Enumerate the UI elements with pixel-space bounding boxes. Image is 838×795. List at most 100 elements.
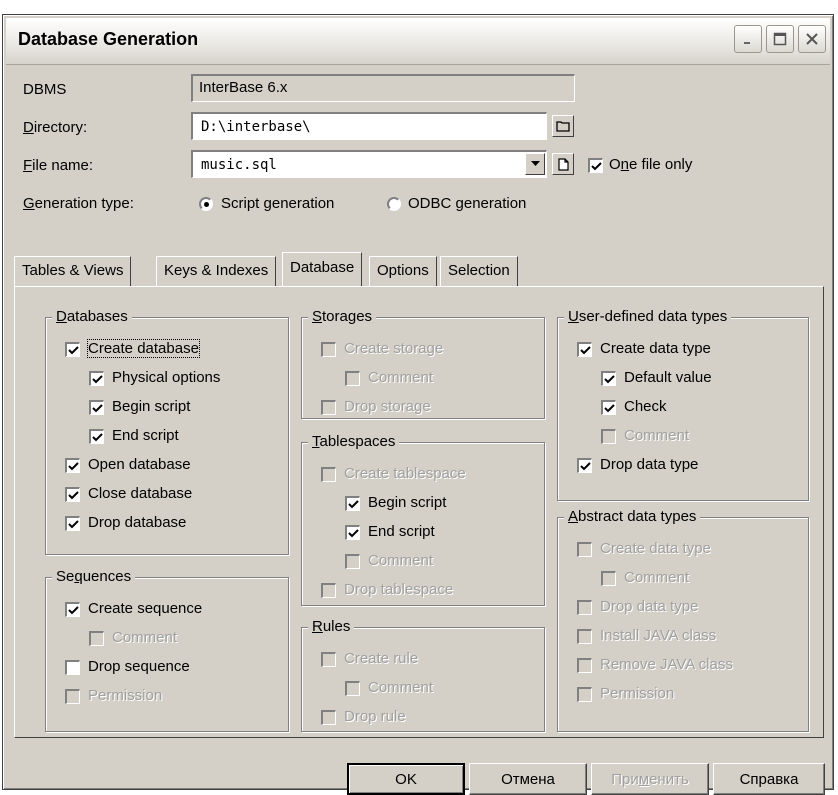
window-title: Database Generation [18, 29, 199, 49]
db-begin-script-checkbox[interactable] [89, 400, 104, 415]
remove-java-class-label: Remove JAVA class [600, 656, 733, 673]
udt-check-checkbox[interactable] [601, 400, 616, 415]
checkmark-icon [91, 374, 103, 383]
storages-group-title: Storages [308, 308, 377, 325]
drop-tablespace-checkbox[interactable] [321, 583, 336, 598]
checkmark-icon [579, 461, 591, 470]
udt-create-data-type-checkbox[interactable] [577, 342, 592, 357]
remove-java-class-checkbox[interactable] [577, 658, 592, 673]
filename-dropdown-button[interactable] [525, 153, 545, 175]
tab-database[interactable]: Database [282, 252, 363, 286]
close-database-checkbox[interactable] [65, 487, 80, 502]
db-end-script-label: End script [112, 427, 179, 444]
drop-sequence-checkbox[interactable] [65, 660, 80, 675]
databases-group: Databases Create database Physical optio… [45, 308, 289, 555]
one-file-only-checkbox[interactable] [588, 158, 603, 173]
sequences-group: Sequences Create sequence Comment Drop s… [45, 568, 289, 732]
ts-end-script-checkbox[interactable] [345, 525, 360, 540]
folder-icon [556, 121, 570, 132]
minimize-button[interactable] [734, 25, 762, 53]
checkmark-icon [603, 374, 615, 383]
adt-group-title: Abstract data types [564, 508, 701, 525]
tab-selection[interactable]: Selection [440, 256, 518, 286]
ts-comment-checkbox[interactable] [345, 554, 360, 569]
script-generation-radio[interactable] [199, 197, 213, 211]
filename-label: File name: [23, 157, 94, 174]
database-tab-panel: Databases Create database Physical optio… [14, 286, 824, 738]
ok-button[interactable]: OK [347, 763, 465, 795]
generation-type-label: Generation type: [23, 195, 134, 212]
udt-default-value-label: Default value [624, 369, 712, 386]
cancel-button[interactable]: Отмена [469, 763, 587, 795]
drop-rule-checkbox[interactable] [321, 710, 336, 725]
create-rule-label: Create rule [344, 650, 419, 667]
tab-options[interactable]: Options [369, 256, 437, 286]
abstract-data-types-group: Abstract data types Create data type Com… [557, 508, 809, 732]
create-storage-label: Create storage [344, 340, 444, 357]
filename-combobox[interactable]: music.sql [191, 150, 547, 178]
new-file-button[interactable] [552, 153, 574, 175]
odbc-generation-radio[interactable] [387, 197, 401, 211]
checkmark-icon [91, 432, 103, 441]
checkmark-icon [579, 345, 591, 354]
directory-label: Directory: [23, 119, 88, 136]
adt-create-data-type-label: Create data type [600, 540, 711, 557]
tab-keys-indexes[interactable]: Keys & Indexes [156, 256, 277, 286]
maximize-button[interactable] [766, 25, 794, 53]
udt-default-value-checkbox[interactable] [601, 371, 616, 386]
create-rule-checkbox[interactable] [321, 652, 336, 667]
create-tablespace-checkbox[interactable] [321, 467, 336, 482]
ts-comment-label: Comment [368, 552, 434, 569]
db-end-script-checkbox[interactable] [89, 429, 104, 444]
drop-database-checkbox[interactable] [65, 516, 80, 531]
one-file-only-label: One file only [609, 156, 693, 173]
storage-comment-checkbox[interactable] [345, 371, 360, 386]
rule-comment-label: Comment [368, 679, 434, 696]
udt-comment-checkbox[interactable] [601, 429, 616, 444]
udt-drop-data-type-checkbox[interactable] [577, 458, 592, 473]
browse-directory-button[interactable] [552, 115, 574, 137]
physical-options-checkbox[interactable] [89, 371, 104, 386]
title-bar[interactable]: Database Generation [6, 18, 830, 65]
adt-comment-label: Comment [624, 569, 690, 586]
rule-comment-checkbox[interactable] [345, 681, 360, 696]
databases-group-title: Databases [52, 308, 132, 325]
install-java-class-label: Install JAVA class [600, 627, 717, 644]
udt-drop-data-type-label: Drop data type [600, 456, 699, 473]
sequence-permission-label: Permission [88, 687, 163, 704]
tablespaces-group: Tablespaces Create tablespace Begin scri… [301, 433, 545, 606]
create-storage-checkbox[interactable] [321, 342, 336, 357]
adt-create-data-type-checkbox[interactable] [577, 542, 592, 557]
drop-storage-checkbox[interactable] [321, 400, 336, 415]
drop-sequence-label: Drop sequence [88, 658, 190, 675]
create-sequence-label: Create sequence [88, 600, 203, 617]
adt-comment-checkbox[interactable] [601, 571, 616, 586]
odbc-generation-label: ODBC generation [408, 195, 527, 212]
ts-end-script-label: End script [368, 523, 435, 540]
tablespaces-group-title: Tablespaces [308, 433, 400, 450]
create-database-checkbox[interactable] [65, 342, 80, 357]
adt-permission-checkbox[interactable] [577, 687, 592, 702]
directory-input[interactable]: D:\interbase\ [191, 112, 547, 140]
ts-begin-script-checkbox[interactable] [345, 496, 360, 511]
checkmark-icon [590, 161, 602, 170]
help-button[interactable]: Справка [713, 763, 825, 795]
db-begin-script-label: Begin script [112, 398, 191, 415]
install-java-class-checkbox[interactable] [577, 629, 592, 644]
apply-button[interactable]: При м енить [591, 763, 709, 795]
dbms-label: DBMS [23, 81, 67, 98]
create-sequence-checkbox[interactable] [65, 602, 80, 617]
sequences-group-title: Sequences [52, 568, 136, 585]
sequence-permission-checkbox[interactable] [65, 689, 80, 704]
open-database-label: Open database [88, 456, 191, 473]
maximize-icon [773, 32, 787, 46]
document-icon [557, 157, 569, 171]
adt-drop-data-type-checkbox[interactable] [577, 600, 592, 615]
udt-create-data-type-label: Create data type [600, 340, 711, 357]
open-database-checkbox[interactable] [65, 458, 80, 473]
close-button[interactable] [798, 25, 826, 53]
sequence-comment-checkbox[interactable] [89, 631, 104, 646]
udt-check-label: Check [624, 398, 667, 415]
tab-tables-views[interactable]: Tables & Views [14, 256, 132, 286]
checkmark-icon [347, 528, 359, 537]
